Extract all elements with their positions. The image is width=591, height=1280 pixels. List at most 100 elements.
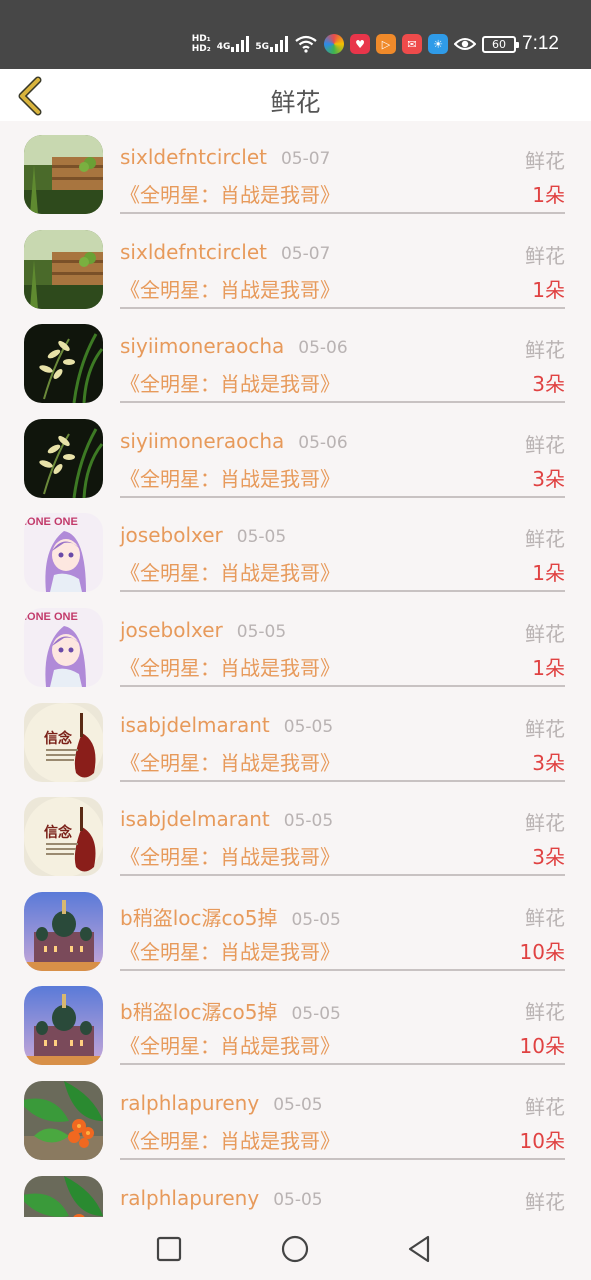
book-title[interactable]: 《全明星：肖战是我哥》 [120,1125,340,1154]
avatar[interactable] [24,229,103,309]
gift-type-label: 鲜花 [525,621,565,646]
gift-type-label: 鲜花 [525,527,565,552]
book-title[interactable]: 《全明星：肖战是我哥》 [120,936,340,965]
username[interactable]: josebolxer 05-05 [120,523,286,547]
divider [120,779,565,782]
list-item[interactable]: b稍盗loc潺co5掉 05-05 鲜花 《全明星：肖战是我哥》 10朵 [0,878,591,973]
gift-date: 05-05 [291,909,341,930]
list-item[interactable]: ralphlapureny 05-05 鲜花 《全明星：肖战是我哥》 10朵 [0,1067,591,1162]
avatar[interactable] [24,324,103,404]
book-title[interactable]: 《全明星：肖战是我哥》 [120,557,340,586]
gift-count: 3朵 [532,845,565,870]
battery-level: 60 [492,37,507,51]
list-item[interactable]: ralphlapureny 05-05 鲜花 [0,1162,591,1217]
list-item[interactable]: IONE ONE josebolxer 05-05 鲜花《全明星：肖战是我哥》 1朵 [0,499,591,594]
book-title[interactable]: 《全明星：肖战是我哥》 [120,747,340,776]
gift-date: 05-05 [236,527,287,548]
gift-count: 1朵 [532,183,565,207]
divider [120,212,565,214]
list-item[interactable]: 信念 isabjdelmarant 05-05 鲜花 《全明星：肖战是我哥》 3朵 [0,689,591,784]
list-item[interactable]: sixldefntcirclet 05-07 鲜花 《全明星：肖战是我哥》 1朵 [0,216,591,311]
book-title[interactable]: 《全明星：肖战是我哥》 [120,1030,340,1059]
gift-count: 10朵 [519,939,565,964]
avatar[interactable] [24,135,103,214]
divider [120,1063,565,1066]
avatar[interactable] [24,986,103,1066]
list-item[interactable]: siyiimoneraocha 05-06 鲜花 《全明星：肖战是我哥》 3朵 [0,310,591,405]
svg-text:IONE ONE: IONE ONE [24,611,78,623]
username-text: josebolxer [120,523,223,548]
triangle-back-icon[interactable] [405,1234,435,1264]
username[interactable]: josebolxer 05-05 [120,618,286,642]
avatar[interactable]: IONE ONE [24,513,103,593]
book-title[interactable]: 《全明星：肖战是我哥》 [120,463,340,492]
app-notification-icon: ♥ [350,34,371,54]
username-text: josebolxer [120,617,223,642]
username[interactable]: isabjdelmarant 05-05 [120,713,333,737]
list-item[interactable]: siyiimoneraocha 05-06 鲜花 《全明星：肖战是我哥》 3朵 [0,405,591,500]
gift-count: 1朵 [532,277,565,302]
list-item[interactable]: sixldefntcirclet 05-07 鲜花 《全明星：肖战是我哥》 1朵 [0,121,591,216]
username[interactable]: siyiimoneraocha 05-06 [120,334,348,358]
book-title[interactable]: 《全明星：肖战是我哥》 [120,179,340,208]
list-item[interactable]: 信念 isabjdelmarant 05-05 鲜花《全明星：肖战是我哥》 3朵 [0,783,591,878]
gift-count: 3朵 [532,372,565,397]
net2-label: 5G [255,42,270,52]
book-title[interactable]: 《全明星：肖战是我哥》 [120,368,340,397]
app-notification-icon [324,34,345,54]
divider [120,684,565,687]
list-item[interactable]: b稍盗loc潺co5掉 05-05 鲜花《全明星：肖战是我哥》 10朵 [0,972,591,1067]
gift-count: 10朵 [519,1034,565,1059]
battery-icon: 60 [482,35,520,53]
gift-date: 05-05 [236,621,287,642]
divider [120,968,565,971]
username[interactable]: ralphlapureny 05-05 [120,1186,323,1210]
gift-type-label: 鲜花 [525,1000,565,1025]
gift-date: 05-05 [283,716,334,737]
signal-bars-icon [270,36,289,52]
gift-date: 05-05 [283,811,334,832]
book-title[interactable]: 《全明星：肖战是我哥》 [120,841,340,870]
avatar[interactable] [24,1175,103,1217]
username[interactable]: sixldefntcirclet 05-07 [120,145,330,169]
avatar[interactable]: IONE ONE [24,607,103,687]
divider [120,874,565,877]
avatar[interactable] [24,891,103,971]
book-title[interactable]: 《全明星：肖战是我哥》 [120,652,340,681]
eye-icon [454,38,477,50]
gift-count: 1朵 [532,655,565,680]
divider [120,401,565,404]
app-header: 鲜花 [0,69,591,121]
gift-count: 3朵 [532,750,565,775]
clock: 7:12 [522,33,559,54]
username[interactable]: siyiimoneraocha 05-06 [120,429,348,453]
gift-date: 05-07 [280,243,331,264]
gift-count: 1朵 [532,561,565,586]
username-text: ralphlapureny [120,1185,260,1210]
avatar[interactable]: 信念 [24,797,103,877]
username[interactable]: isabjdelmarant 05-05 [120,807,333,831]
username[interactable]: sixldefntcirclet 05-07 [120,240,330,264]
username-text: b稍盗loc潺co5掉 [120,905,278,930]
app-notification-icon: ☀ [428,34,449,54]
hd1-label: HD₁ [191,34,211,44]
username[interactable]: ralphlapureny 05-05 [120,1091,323,1115]
gift-date: 05-05 [273,1189,323,1210]
app-notification-icon: ▷ [376,34,397,54]
gift-type-label: 鲜花 [525,1094,565,1119]
app-notification-icon: ✉ [402,34,423,54]
username[interactable]: b稍盗loc潺co5掉 05-05 [120,902,341,931]
svg-text:信念: 信念 [44,730,73,747]
circle-icon[interactable] [280,1234,310,1264]
list-item[interactable]: IONE ONE josebolxer 05-05 鲜花《全明星：肖战是我哥》 1朵 [0,594,591,689]
gift-date: 05-05 [291,1004,341,1025]
avatar[interactable]: 信念 [24,702,103,782]
book-title[interactable]: 《全明星：肖战是我哥》 [120,274,340,303]
username-text: b稍盗loc潺co5掉 [120,1000,278,1025]
hd-indicator: HD₁ HD₂ [192,34,211,54]
square-icon[interactable] [154,1234,184,1264]
avatar[interactable] [24,1080,103,1160]
gift-type-label: 鲜花 [525,811,565,836]
avatar[interactable] [24,418,103,498]
username[interactable]: b稍盗loc潺co5掉 05-05 [120,996,341,1025]
